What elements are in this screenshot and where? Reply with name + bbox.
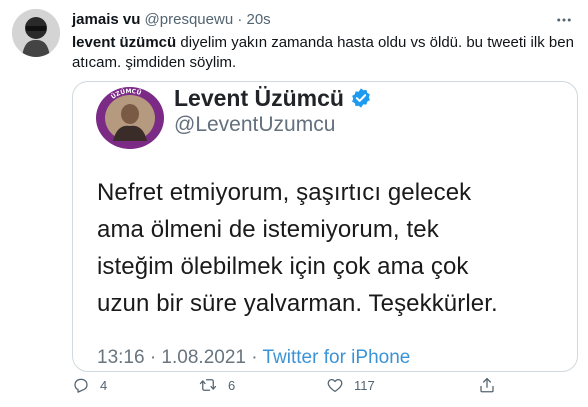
avatar[interactable] [12, 9, 60, 57]
like-button[interactable]: 117 [326, 376, 375, 394]
quoted-footer: 13:16 · 1.08.2021 · Twitter for iPhone [97, 346, 410, 370]
like-count: 117 [354, 377, 375, 393]
tweet-mention: levent üzümcü [72, 34, 177, 51]
quoted-source-app: Twitter for iPhone [262, 347, 411, 368]
reply-count: 4 [100, 377, 108, 393]
quoted-text-line: uzun bir süre yalvarman. Teşekkürler. [97, 290, 498, 317]
reply-button[interactable]: 4 [72, 376, 107, 394]
quoted-avatar: ÜZÜMCÜ [95, 86, 165, 150]
more-horizontal-icon [557, 18, 571, 22]
tweet-timestamp[interactable]: 20s [247, 11, 271, 28]
quoted-handle: @LeventUzumcu [174, 113, 336, 136]
author-display-name[interactable]: jamais vu [72, 11, 140, 28]
quoted-avatar-image: ÜZÜMCÜ [96, 87, 164, 149]
separator-dot: · [237, 11, 243, 28]
author-handle[interactable]: @presquewu [145, 11, 234, 28]
avatar-image [12, 9, 60, 57]
like-icon [327, 378, 343, 393]
share-icon [480, 377, 494, 393]
retweet-icon [199, 379, 217, 391]
quoted-tweet-image[interactable]: ÜZÜMCÜ Levent Üzümcü @LeventUzumcu Nefre… [72, 81, 578, 372]
tweet-text: levent üzümcü diyelim yakın zamanda hast… [72, 33, 578, 73]
quoted-display-name: Levent Üzümcü [174, 84, 372, 112]
tweet-header: jamais vu @presquewu · 20s [72, 10, 271, 30]
verified-badge-icon [352, 88, 370, 108]
retweet-count: 6 [228, 377, 236, 393]
share-button[interactable] [478, 376, 496, 394]
more-options-button[interactable] [550, 6, 578, 34]
quoted-text-line: isteğim ölebilmek için çok ama çok [97, 253, 469, 280]
retweet-button[interactable]: 6 [198, 376, 235, 394]
reply-icon [74, 378, 88, 393]
quoted-datetime: 13:16 · 1.08.2021 · [97, 347, 263, 368]
quoted-display-name-text: Levent Üzümcü [174, 85, 344, 111]
quoted-text-line: Nefret etmiyorum, şaşırtıcı gelecek [97, 179, 472, 206]
tweet-actions: 4 6 117 [72, 376, 578, 400]
quoted-text: Nefret etmiyorum, şaşırtıcı gelecek ama … [97, 174, 567, 322]
quoted-text-line: ama ölmeni de istemiyorum, tek [97, 216, 439, 243]
